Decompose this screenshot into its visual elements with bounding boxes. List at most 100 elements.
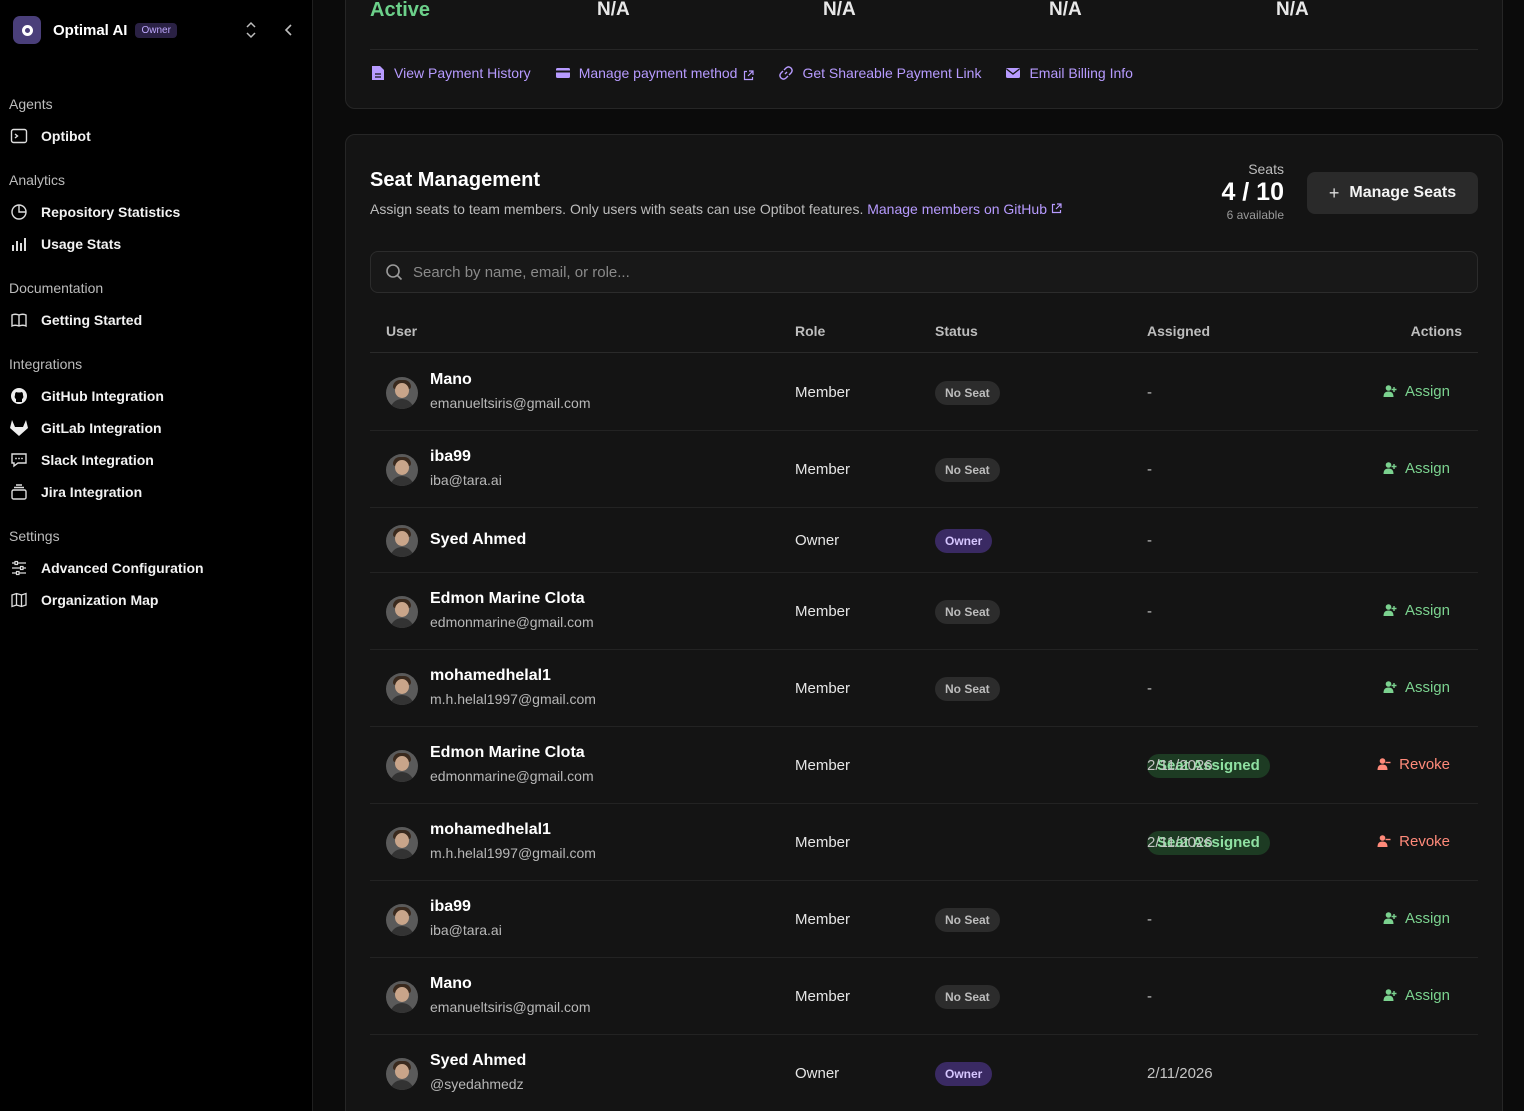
status-badge: No Seat — [935, 984, 1000, 1009]
table-row: iba99 iba@tara.ai Member No Seat - Assign — [370, 431, 1478, 508]
user-plus-icon — [1383, 680, 1397, 694]
user-role: Member — [795, 679, 851, 697]
sidebar-item-label: Organization Map — [41, 592, 159, 608]
assign-seat-button[interactable]: Assign — [1383, 910, 1450, 927]
avatar — [386, 595, 418, 628]
billing-value: N/A — [597, 0, 630, 20]
billing-links: View Payment History Manage payment meth… — [370, 65, 1157, 81]
user-minus-icon — [1377, 834, 1391, 848]
billing-card: Active N/A N/A N/A N/A View Payment Hist… — [345, 0, 1503, 109]
sidebar-item-label: Usage Stats — [41, 236, 122, 252]
user-name: Edmon Marine Clota — [430, 743, 585, 761]
assign-seat-button[interactable]: Assign — [1383, 679, 1450, 696]
action-label: Assign — [1404, 678, 1450, 696]
sidebar-item-organization-map[interactable]: Organization Map — [9, 588, 158, 612]
user-role: Member — [795, 833, 851, 851]
external-link-icon — [1051, 203, 1062, 214]
sidebar-item-github-integration[interactable]: GitHub Integration — [9, 384, 164, 408]
mail-icon — [1005, 65, 1021, 81]
billing-value: N/A — [1049, 0, 1082, 20]
user-email: iba@tara.ai — [430, 921, 502, 938]
pie-chart-icon — [9, 202, 29, 222]
table-row: iba99 iba@tara.ai Member No Seat - Assign — [370, 881, 1478, 958]
collapse-sidebar-icon[interactable] — [281, 20, 297, 40]
status-badge: No Seat — [935, 380, 1000, 405]
sidebar-item-optibot[interactable]: Optibot — [9, 124, 91, 148]
chevron-up-down-icon[interactable] — [243, 20, 259, 40]
terminal-icon — [9, 126, 29, 146]
user-plus-icon — [1383, 988, 1397, 1002]
file-icon — [370, 65, 386, 81]
assigned-date: - — [1147, 531, 1152, 549]
user-name: iba99 — [430, 447, 471, 465]
link-label: View Payment History — [394, 65, 531, 81]
user-plus-icon — [1383, 911, 1397, 925]
user-plus-icon — [1383, 603, 1397, 617]
link-label: Manage members on GitHub — [867, 201, 1047, 217]
status-badge: No Seat — [935, 907, 1000, 932]
book-icon — [9, 310, 29, 330]
sliders-icon — [9, 558, 29, 578]
subscription-status: Active — [370, 0, 431, 21]
table-row: Syed Ahmed @syedahmedz Owner Owner 2/11/2026 — [370, 1035, 1478, 1111]
user-role: Member — [795, 383, 851, 401]
user-email: @syedahmedz — [430, 1075, 524, 1092]
assign-seat-button[interactable]: Assign — [1383, 987, 1450, 1004]
org-switcher[interactable]: Optimal AI Owner — [13, 16, 299, 44]
assign-seat-button[interactable]: Assign — [1383, 602, 1450, 619]
plus-icon: + — [1328, 182, 1340, 203]
manage-payment-method-link[interactable]: Manage payment method — [555, 65, 755, 81]
sidebar-item-label: Getting Started — [41, 312, 143, 328]
column-header-assigned: Assigned — [1147, 323, 1211, 339]
assign-seat-button[interactable]: Assign — [1383, 460, 1450, 477]
sidebar-item-getting-started[interactable]: Getting Started — [9, 308, 142, 332]
assigned-date: - — [1147, 383, 1152, 401]
assign-seat-button[interactable]: Assign — [1383, 383, 1450, 400]
seat-table-body: Mano emanueltsiris@gmail.com Member No Seat… — [370, 354, 1478, 1111]
user-plus-icon — [1383, 461, 1397, 475]
link-icon — [778, 65, 794, 81]
manage-members-github-link[interactable]: Manage members on GitHub — [867, 201, 1062, 217]
user-email: m.h.helal1997@gmail.com — [430, 690, 596, 707]
assigned-date: - — [1147, 602, 1152, 620]
sidebar-item-usage-stats[interactable]: Usage Stats — [9, 232, 121, 256]
seats-count: 4 / 10 — [1221, 178, 1284, 206]
sidebar-item-label: Optibot — [41, 128, 91, 144]
user-role: Owner — [795, 1064, 840, 1082]
revoke-seat-button[interactable]: Revoke — [1377, 756, 1450, 773]
assigned-date: 2/11/2026 — [1147, 1064, 1213, 1082]
sidebar-item-repository-statistics[interactable]: Repository Statistics — [9, 200, 180, 224]
sidebar-item-gitlab-integration[interactable]: GitLab Integration — [9, 416, 162, 440]
sidebar-item-slack-integration[interactable]: Slack Integration — [9, 448, 154, 472]
user-role: Member — [795, 756, 851, 774]
user-role: Owner — [795, 531, 840, 549]
sidebar-item-jira-integration[interactable]: Jira Integration — [9, 480, 142, 504]
link-label: Manage payment method — [578, 65, 738, 81]
view-payment-history-link[interactable]: View Payment History — [370, 65, 531, 81]
sidebar-item-advanced-configuration[interactable]: Advanced Configuration — [9, 556, 204, 580]
table-row: Mano emanueltsiris@gmail.com Member No Seat… — [370, 354, 1478, 431]
manage-seats-button[interactable]: + Manage Seats — [1307, 172, 1478, 214]
assigned-date: 2/11/2026 — [1147, 833, 1213, 851]
link-label: Get Shareable Payment Link — [802, 65, 982, 81]
action-label: Assign — [1404, 382, 1450, 400]
sidebar-item-label: Jira Integration — [41, 484, 143, 500]
email-billing-info-link[interactable]: Email Billing Info — [1005, 65, 1133, 81]
table-row: Edmon Marine Clota edmonmarine@gmail.com M… — [370, 727, 1478, 804]
bar-chart-icon — [9, 234, 29, 254]
user-email: emanueltsiris@gmail.com — [430, 998, 591, 1015]
get-shareable-payment-link[interactable]: Get Shareable Payment Link — [778, 65, 981, 81]
sidebar-item-label: Slack Integration — [41, 452, 154, 468]
search-input[interactable] — [413, 263, 1413, 281]
archive-icon — [9, 482, 29, 502]
org-name: Optimal AI — [53, 21, 128, 39]
user-name: mohamedhelal1 — [430, 820, 551, 838]
action-label: Assign — [1404, 459, 1450, 477]
button-label: Manage Seats — [1349, 184, 1457, 201]
revoke-seat-button[interactable]: Revoke — [1377, 833, 1450, 850]
user-role: Member — [795, 910, 851, 928]
avatar — [386, 826, 418, 859]
user-email: emanueltsiris@gmail.com — [430, 394, 591, 411]
avatar — [386, 453, 418, 486]
user-name: Syed Ahmed — [430, 1051, 527, 1069]
